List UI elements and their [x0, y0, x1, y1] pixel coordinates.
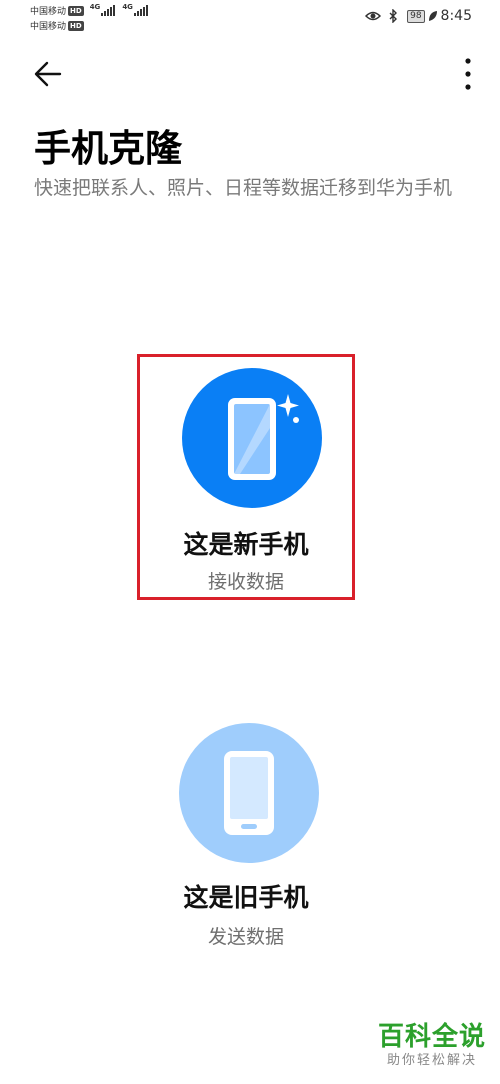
option-new-phone[interactable]: 这是新手机 接收数据 — [137, 354, 355, 600]
signal-icon — [101, 5, 116, 16]
eye-comfort-icon — [365, 11, 382, 21]
option-sublabel: 发送数据 — [207, 926, 284, 948]
watermark-title: 百科全说 — [377, 1022, 486, 1052]
old-phone-icon — [179, 723, 319, 863]
page-subtitle: 快速把联系人、照片、日程等数据迁移到华为手机 — [34, 177, 453, 199]
arrow-left-icon — [34, 61, 62, 87]
option-sublabel: 接收数据 — [207, 571, 284, 593]
option-label: 这是旧手机 — [183, 883, 309, 912]
network-type: 4G — [89, 3, 101, 11]
hd-badge: HD — [68, 20, 84, 31]
bluetooth-icon — [389, 9, 398, 23]
carrier-name: 中国移动 — [30, 7, 67, 17]
network-type: 4G — [122, 3, 133, 11]
clock: 8:45 — [440, 8, 472, 24]
hd-badge: HD — [68, 5, 84, 16]
signal-icon — [133, 5, 149, 16]
carrier-row-2: 中国移动 HD — [30, 18, 149, 33]
watermark-subtitle: 助你轻松解决 — [386, 1053, 477, 1068]
watermark: 百科全说 助你轻松解决 — [378, 1022, 486, 1070]
battery-icon: 98 — [407, 9, 425, 23]
carrier-name: 中国移动 — [30, 22, 67, 32]
more-menu-button[interactable] — [462, 56, 474, 92]
carrier-row-1: 中国移动 HD 4G 4G — [30, 3, 149, 18]
phone-clone-screen: 中国移动 HD 4G 4G 中国移动 HD 98 8:45 手机克隆 快速把联系… — [0, 0, 500, 1084]
option-label: 这是新手机 — [183, 530, 309, 559]
more-vertical-icon — [465, 58, 471, 90]
carrier-info: 中国移动 HD 4G 4G 中国移动 HD — [30, 3, 149, 33]
status-icons: 98 8:45 — [365, 8, 472, 24]
page-title: 手机克隆 — [34, 127, 182, 170]
option-old-phone[interactable]: 这是旧手机 发送数据 — [137, 712, 355, 958]
status-bar: 中国移动 HD 4G 4G 中国移动 HD 98 8:45 — [0, 0, 500, 36]
new-phone-icon — [182, 368, 322, 508]
back-button[interactable] — [30, 56, 66, 92]
leaf-icon — [428, 11, 437, 21]
